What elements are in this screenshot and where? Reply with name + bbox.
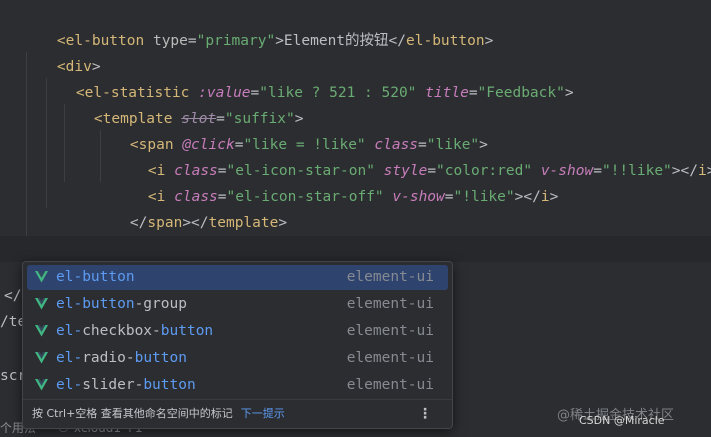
rest-text: checkbox- (82, 323, 161, 339)
bracket: > (484, 33, 494, 49)
csdn-watermark: CSDN @Miracle (579, 414, 665, 427)
match-text: button (160, 323, 214, 339)
footer-text: 按 Ctrl+空格 查看其他命名空间中的标记 下一提示 (32, 400, 285, 428)
more-options-icon[interactable]: ⋮ (418, 400, 432, 428)
completion-item[interactable]: el-slider-button element-ui (27, 373, 448, 398)
bracket: > (564, 85, 574, 101)
equals: = (444, 189, 454, 205)
bracket: > (707, 163, 711, 179)
completion-label: el-checkbox-button (56, 319, 213, 344)
completion-label: el-radio-button (56, 346, 187, 371)
attr-value: "Feedback" (477, 85, 565, 101)
equals: = (187, 33, 197, 49)
match-text: el-button (56, 296, 135, 312)
code-line-4: <template slot="suffix"> (59, 80, 304, 127)
bracket: > (549, 189, 559, 205)
match-text: button (134, 350, 187, 366)
equals: = (593, 163, 602, 179)
code-line-3: <el-statistic :value="like ? 521 : 520" … (41, 54, 574, 101)
code-line-9: </el-statistic> (41, 210, 207, 257)
completion-footer: 按 Ctrl+空格 查看其他命名空间中的标记 下一提示 ⋮ (23, 399, 452, 428)
current-line[interactable]: <el-butto (0, 236, 711, 309)
match-text: el- (56, 350, 83, 366)
completion-item[interactable]: el-button element-ui (27, 265, 448, 290)
completion-item[interactable]: el-button-group element-ui (27, 292, 448, 317)
attr-name: type (152, 33, 188, 49)
code-line-6: <i class="el-icon-star-on" style="color:… (113, 132, 711, 179)
match-text: el-button (56, 269, 135, 285)
rest-text: slider- (82, 377, 144, 393)
code-line-5: <span @click="like = !like" class="like"… (95, 106, 488, 153)
match-text: el- (56, 377, 83, 393)
tag-close: template (208, 215, 279, 231)
tag-close: i (540, 189, 550, 205)
attr-value: "!like" (453, 189, 515, 205)
completion-label: el-slider-button (56, 373, 196, 398)
completion-label: el-button-group (56, 292, 187, 317)
next-tip-link[interactable]: 下一提示 (241, 407, 285, 420)
attr-name: title (425, 85, 469, 101)
code-line-1: <el-button type="primary">Element的按钮</el… (22, 2, 493, 49)
attr-name: v-show (392, 189, 445, 205)
tag-close: i (697, 163, 707, 179)
vue-icon (35, 352, 48, 364)
completion-popup[interactable]: el-button element-ui el-button-group ele… (22, 261, 453, 429)
vue-icon (35, 271, 48, 283)
bracket: ></ (514, 189, 541, 205)
rest-text: -group (134, 296, 187, 312)
vue-icon (35, 325, 48, 337)
completion-label: el-button (56, 265, 135, 290)
code-line-2: <div> (22, 28, 101, 75)
match-text: button (143, 377, 196, 393)
completion-source: element-ui (346, 377, 434, 393)
attr-value: "!!like" (601, 163, 672, 179)
attr-value: "primary" (196, 33, 276, 49)
footer-hint: 按 Ctrl+空格 查看其他命名空间中的标记 (32, 407, 233, 420)
bracket: ></ (671, 163, 698, 179)
vue-icon (35, 379, 48, 391)
match-text: el- (56, 323, 83, 339)
bracket: > (278, 215, 288, 231)
equals: = (468, 85, 478, 101)
completion-item[interactable]: el-checkbox-button element-ui (27, 319, 448, 344)
completion-source: element-ui (346, 350, 434, 366)
rest-text: radio- (82, 350, 135, 366)
code-line-7: <i class="el-icon-star-off" v-show="!lik… (113, 158, 558, 205)
text-content: >Element的按钮</ (275, 33, 407, 49)
completion-source: element-ui (346, 323, 434, 339)
completion-item[interactable]: el-radio-button element-ui (27, 346, 448, 371)
completion-source: element-ui (346, 296, 434, 312)
completion-source: element-ui (346, 269, 434, 285)
tag-close: el-button (406, 33, 485, 49)
vue-icon (35, 298, 48, 310)
code-line-8: </span></template> (95, 184, 287, 231)
code-fragment: </ (4, 288, 22, 304)
